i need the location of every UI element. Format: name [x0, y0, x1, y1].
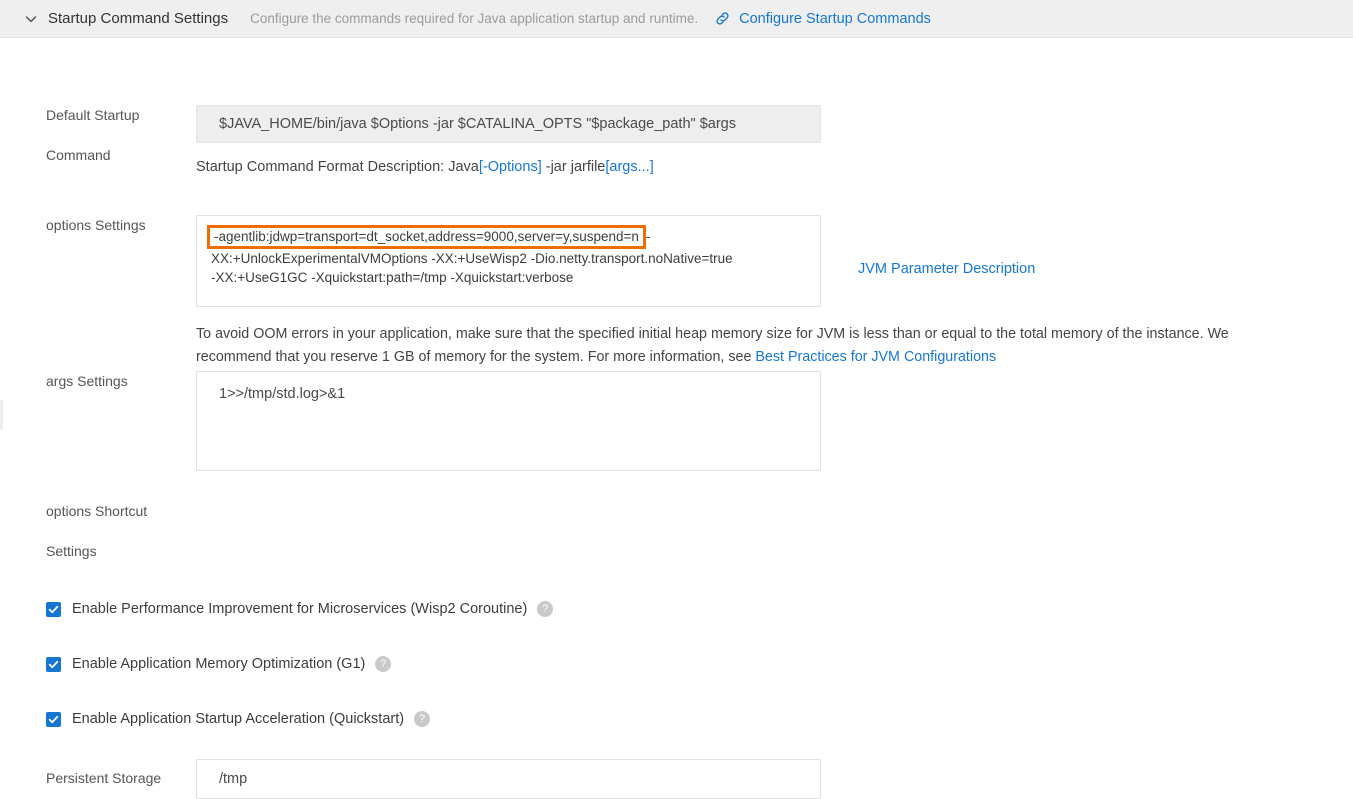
default-startup-command-row: Default Startup Command $JAVA_HOME/bin/j…	[46, 105, 821, 177]
link-icon	[712, 9, 732, 29]
configure-startup-commands-link[interactable]: Configure Startup Commands	[739, 11, 931, 27]
checkbox-row-g1[interactable]: Enable Application Memory Optimization (…	[46, 656, 392, 672]
persistent-storage-row: Persistent Storage /tmp	[46, 759, 821, 799]
options-shortcut-settings-label: options Shortcut Settings	[46, 501, 196, 562]
checkbox-g1-label: Enable Application Memory Optimization (…	[72, 656, 366, 672]
startup-command-settings-form: Default Startup Command $JAVA_HOME/bin/j…	[0, 38, 1353, 799]
persistent-storage-input[interactable]: /tmp	[196, 759, 821, 799]
options-settings-fields: -agentlib:jdwp=transport=dt_socket,addre…	[196, 215, 1291, 369]
persistent-storage-label: Persistent Storage	[46, 770, 162, 786]
default-startup-command-fields: $JAVA_HOME/bin/java $Options -jar $CATAL…	[196, 105, 821, 177]
format-description-options-token: [-Options]	[478, 159, 542, 175]
section-title: Startup Command Settings	[48, 10, 229, 27]
oom-warning-text: To avoid OOM errors in your application,…	[196, 326, 1229, 365]
default-startup-command-label-line1: Default Startup	[46, 107, 140, 123]
configure-startup-commands-link-group[interactable]: Configure Startup Commands	[712, 9, 931, 29]
default-startup-command-label-line2: Command	[46, 147, 111, 163]
options-line-1: -agentlib:jdwp=transport=dt_socket,addre…	[207, 225, 810, 249]
default-startup-command-input: $JAVA_HOME/bin/java $Options -jar $CATAL…	[196, 105, 821, 143]
options-shortcut-settings-label-group: options Shortcut Settings	[46, 501, 196, 562]
default-startup-command-label: Default Startup Command	[46, 105, 196, 177]
best-practices-jvm-link[interactable]: Best Practices for JVM Configurations	[755, 349, 996, 365]
format-description-args-token: [args...]	[605, 159, 654, 175]
jvm-parameter-description-link[interactable]: JVM Parameter Description	[858, 261, 1035, 277]
checkbox-quickstart-label: Enable Application Startup Acceleration …	[72, 711, 405, 727]
args-settings-textarea[interactable]: 1>>/tmp/std.log>&1	[196, 371, 821, 471]
help-circle-icon-quickstart[interactable]: ?	[414, 711, 431, 727]
args-settings-row: args Settings 1>>/tmp/std.log>&1	[46, 371, 821, 471]
format-description-prefix: Startup Command Format Description: Java	[196, 159, 479, 175]
checkbox-memory-optimization-g1[interactable]	[46, 656, 61, 672]
help-circle-icon-wisp2[interactable]: ?	[537, 601, 554, 617]
oom-warning-note: To avoid OOM errors in your application,…	[196, 323, 1291, 369]
checkbox-row-quickstart[interactable]: Enable Application Startup Acceleration …	[46, 711, 431, 727]
chevron-down-icon[interactable]	[20, 8, 42, 30]
checkbox-startup-acceleration-quickstart[interactable]	[46, 711, 61, 727]
options-line-2: XX:+UnlockExperimentalVMOptions -XX:+Use…	[211, 251, 733, 266]
help-circle-icon-g1[interactable]: ?	[375, 656, 392, 672]
args-settings-label: args Settings	[46, 373, 128, 389]
options-highlighted-fragment: -agentlib:jdwp=transport=dt_socket,addre…	[207, 225, 646, 249]
options-line-1-tail: -	[645, 229, 651, 244]
startup-command-format-description: Startup Command Format Description: Java…	[196, 157, 821, 177]
options-line-3: -XX:+UseG1GC -Xquickstart:path=/tmp -Xqu…	[211, 270, 574, 285]
options-settings-textarea[interactable]: -agentlib:jdwp=transport=dt_socket,addre…	[196, 215, 821, 307]
options-settings-label: options Settings	[46, 217, 146, 233]
section-description: Configure the commands required for Java…	[250, 11, 699, 26]
options-shortcut-label-line1: options Shortcut	[46, 503, 148, 519]
format-description-middle: -jar jarfile	[541, 159, 606, 175]
checkbox-wisp2-label: Enable Performance Improvement for Micro…	[72, 601, 528, 617]
checkbox-wisp2-coroutine[interactable]	[46, 601, 61, 617]
checkbox-row-wisp2[interactable]: Enable Performance Improvement for Micro…	[46, 601, 554, 617]
section-header-bar: Startup Command Settings Configure the c…	[0, 0, 1353, 38]
options-settings-row: options Settings -agentlib:jdwp=transpor…	[46, 215, 1291, 369]
options-shortcut-label-line2: Settings	[46, 543, 97, 559]
